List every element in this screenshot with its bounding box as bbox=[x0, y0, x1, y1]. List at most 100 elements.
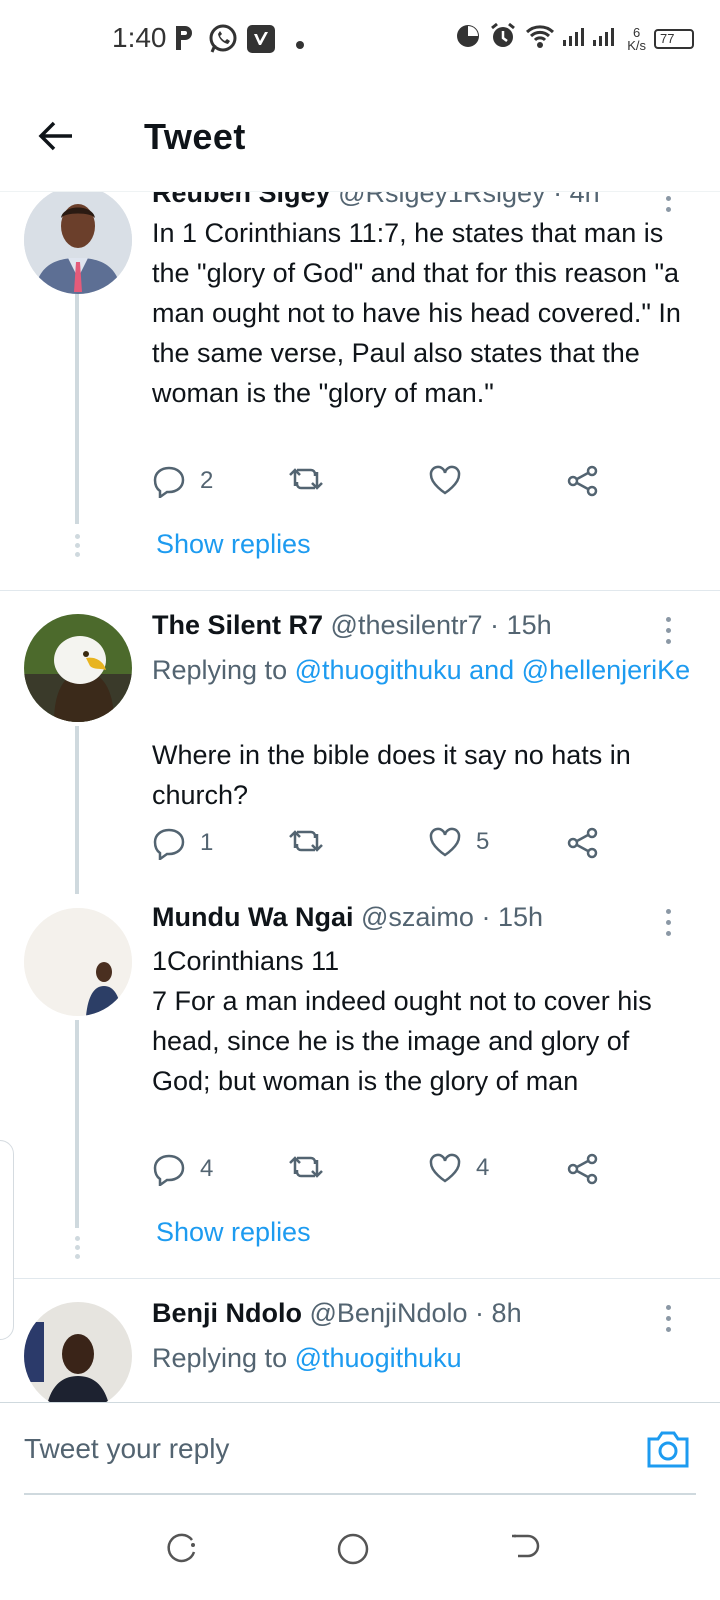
reply-button[interactable]: 2 bbox=[152, 464, 213, 498]
alarm-icon bbox=[489, 22, 517, 55]
camera-button[interactable] bbox=[646, 1429, 690, 1474]
recents-icon bbox=[167, 1533, 196, 1563]
reply-icon bbox=[153, 1154, 185, 1186]
share-button[interactable] bbox=[566, 464, 600, 498]
share-button[interactable] bbox=[566, 1152, 600, 1186]
reply-count: 1 bbox=[200, 829, 214, 856]
page-title: Tweet bbox=[144, 116, 246, 157]
replying-prefix: Replying to bbox=[152, 1343, 288, 1373]
back-nav-button[interactable] bbox=[508, 1532, 540, 1569]
replying-to: Replying to @thuogithuku and @hellenjeri… bbox=[152, 650, 692, 690]
like-icon bbox=[429, 465, 461, 495]
tweet-text: 1Corinthians 11 7 For a man indeed ought… bbox=[152, 946, 652, 1096]
thread-line bbox=[75, 726, 79, 894]
reply-icon bbox=[153, 828, 185, 860]
camera-icon bbox=[647, 1431, 689, 1468]
tweet-header: Reuben Sigey @Rsigey1Rsigey · 4h bbox=[152, 192, 600, 209]
system-nav-bar bbox=[0, 1500, 720, 1600]
like-icon bbox=[429, 1153, 461, 1183]
reply-underline bbox=[24, 1493, 696, 1495]
like-button[interactable] bbox=[428, 464, 462, 496]
meta-separator: · bbox=[481, 902, 491, 932]
home-button[interactable] bbox=[336, 1532, 370, 1571]
avatar[interactable] bbox=[24, 192, 132, 294]
reply-count: 2 bbox=[200, 467, 214, 494]
replying-to: Replying to @thuogithuku bbox=[152, 1338, 692, 1378]
reply-bar: Tweet your reply bbox=[0, 1402, 720, 1495]
replying-to-handles[interactable]: @thuogithuku bbox=[295, 1343, 462, 1373]
recents-button[interactable] bbox=[166, 1532, 198, 1569]
p-icon bbox=[172, 24, 196, 57]
share-icon bbox=[567, 465, 598, 497]
reply-icon bbox=[153, 466, 185, 498]
data-saver-icon bbox=[455, 23, 481, 54]
retweet-button[interactable] bbox=[288, 1152, 324, 1182]
thread-dots bbox=[74, 1236, 80, 1259]
status-bar: 1:40 6 K/s 77 bbox=[0, 0, 720, 80]
share-button[interactable] bbox=[566, 826, 600, 860]
reply-count: 4 bbox=[200, 1155, 214, 1182]
share-icon bbox=[567, 827, 598, 859]
avatar[interactable] bbox=[24, 908, 132, 1016]
meta-separator: · bbox=[490, 610, 500, 640]
more-options-icon[interactable] bbox=[656, 1298, 680, 1338]
avatar[interactable] bbox=[24, 614, 132, 722]
like-button[interactable]: 4 bbox=[428, 1152, 489, 1184]
network-speed: 6 K/s bbox=[627, 26, 646, 52]
whatsapp-icon bbox=[208, 24, 238, 59]
reply-input[interactable]: Tweet your reply bbox=[24, 1433, 229, 1465]
divider bbox=[0, 590, 720, 591]
replying-prefix: Replying to bbox=[152, 655, 288, 685]
author-name[interactable]: Mundu Wa Ngai bbox=[152, 902, 353, 932]
tweet-actions: 4 4 bbox=[152, 1152, 632, 1196]
network-speed-unit: K/s bbox=[627, 37, 646, 53]
network-speed-value: 6 bbox=[632, 24, 641, 40]
tweet-time: 15h bbox=[497, 902, 544, 932]
tweet-time: 15h bbox=[506, 610, 552, 640]
show-replies-link[interactable]: Show replies bbox=[156, 529, 311, 560]
home-icon bbox=[337, 1533, 369, 1565]
author-handle[interactable]: @szaimo bbox=[361, 902, 474, 932]
author-handle[interactable]: @thesilentr7 bbox=[331, 610, 483, 640]
avatar[interactable] bbox=[24, 1302, 132, 1402]
reply-button[interactable]: 1 bbox=[152, 826, 213, 860]
tweet-time: 8h bbox=[491, 1298, 522, 1328]
back-nav-icon bbox=[512, 1534, 540, 1558]
like-icon bbox=[429, 827, 461, 857]
like-count: 5 bbox=[476, 828, 490, 855]
tweet-actions: 1 5 bbox=[152, 826, 632, 870]
divider bbox=[0, 1278, 720, 1279]
tweet-text: In 1 Corinthians 11:7, he states that ma… bbox=[152, 218, 681, 408]
status-time: 1:40 bbox=[112, 22, 167, 53]
share-icon bbox=[567, 1153, 598, 1185]
edge-panel-handle[interactable] bbox=[0, 1140, 14, 1340]
thread-line bbox=[75, 294, 79, 524]
retweet-button[interactable] bbox=[288, 464, 324, 494]
tweet-header: The Silent R7 @thesilentr7 · 15h bbox=[152, 610, 552, 641]
replying-to-handles[interactable]: @thuogithuku and @hellenjeriKe bbox=[295, 655, 691, 685]
author-name[interactable]: Reuben Sigey bbox=[152, 192, 331, 208]
like-count: 4 bbox=[476, 1154, 490, 1181]
tweet-timeline[interactable]: Reuben Sigey @Rsigey1Rsigey · 4h In 1 Co… bbox=[0, 192, 720, 1402]
author-handle[interactable]: @Rsigey1Rsigey bbox=[338, 192, 545, 208]
like-button[interactable]: 5 bbox=[428, 826, 489, 858]
signal-icon bbox=[563, 24, 619, 53]
battery-level: 77 bbox=[660, 30, 675, 46]
wifi-icon bbox=[525, 23, 555, 54]
more-options-icon[interactable] bbox=[656, 902, 680, 942]
retweet-button[interactable] bbox=[288, 826, 324, 856]
meta-separator: · bbox=[553, 192, 563, 208]
author-name[interactable]: Benji Ndolo bbox=[152, 1298, 302, 1328]
back-arrow-icon bbox=[38, 121, 72, 151]
more-options-icon[interactable] bbox=[656, 610, 680, 650]
vimeo-icon bbox=[246, 24, 276, 59]
reply-button[interactable]: 4 bbox=[152, 1152, 213, 1186]
tweet-text: Where in the bible does it say no hats i… bbox=[152, 740, 631, 810]
author-name[interactable]: The Silent R7 bbox=[152, 610, 323, 640]
author-handle[interactable]: @BenjiNdolo bbox=[310, 1298, 468, 1328]
tweet-time: 4h bbox=[569, 192, 600, 208]
thread-line bbox=[75, 1020, 79, 1228]
notification-dot-icon bbox=[296, 36, 304, 54]
back-button[interactable] bbox=[30, 110, 82, 162]
show-replies-link[interactable]: Show replies bbox=[156, 1217, 311, 1248]
